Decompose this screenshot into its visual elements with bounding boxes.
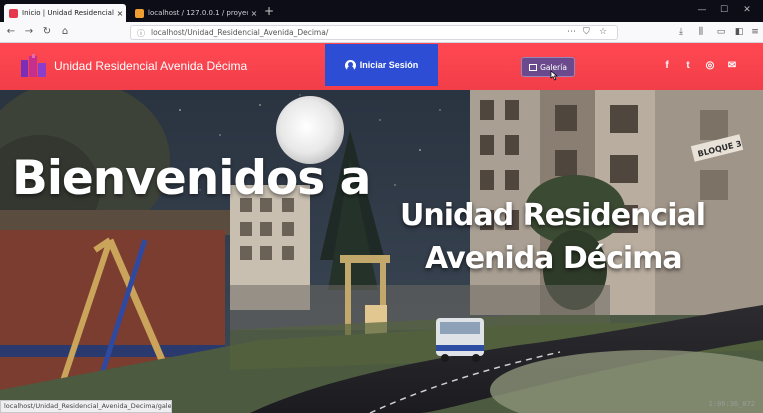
user-icon — [344, 59, 356, 71]
maximize-icon[interactable]: ☐ — [715, 3, 733, 17]
browser-tab[interactable]: localhost / 127.0.0.1 / proyecto × — [130, 4, 260, 22]
page-actions-icon[interactable]: ⋯ — [567, 27, 576, 37]
forward-icon[interactable]: → — [22, 25, 36, 39]
sidebar-icon[interactable]: ▭ — [715, 26, 727, 38]
tab-close-icon[interactable]: × — [248, 9, 260, 18]
email-icon[interactable]: ✉ — [725, 59, 739, 73]
extension-icon[interactable]: ◧ — [733, 26, 745, 38]
minimize-icon[interactable]: — — [693, 3, 711, 17]
login-label: Iniciar Sesión — [359, 60, 419, 70]
hero-title: Bienvenidos a — [12, 151, 371, 206]
favicon-icon — [135, 8, 144, 18]
back-icon[interactable]: ← — [4, 25, 18, 39]
tab-label: localhost / 127.0.0.1 / proyecto — [148, 9, 248, 17]
browser-navbar: ← → ↻ ⌂ ⓘ localhost/Unidad_Residencial_A… — [0, 22, 763, 43]
close-window-icon[interactable]: ✕ — [738, 3, 756, 17]
bookmark-star-icon[interactable]: ☆ — [599, 27, 607, 37]
twitter-icon[interactable]: t — [681, 59, 695, 73]
menu-icon[interactable]: ≡ — [749, 26, 761, 38]
login-button[interactable]: Iniciar Sesión — [325, 44, 438, 86]
tab-close-icon[interactable]: × — [114, 9, 126, 18]
facebook-icon[interactable]: f — [660, 59, 674, 73]
timestamp-overlay: 1:06:36_072 — [708, 400, 755, 408]
image-icon — [529, 63, 538, 71]
pocket-icon[interactable]: ⛉ — [583, 27, 590, 37]
library-icon[interactable]: ⫼ — [695, 26, 707, 38]
site-brand[interactable]: Unidad Residencial Avenida Décima — [54, 59, 247, 73]
home-icon[interactable]: ⌂ — [58, 25, 72, 39]
reload-icon[interactable]: ↻ — [40, 25, 54, 39]
status-bar-url: localhost/Unidad_Residencial_Avenida_Dec… — [0, 400, 172, 413]
site-header: Unidad Residencial Avenida Décima Inicia… — [0, 43, 763, 90]
url-bar[interactable]: ⓘ localhost/Unidad_Residencial_Avenida_D… — [130, 25, 618, 40]
hero-section: BLOQUE 3 Bienvenidos a Unidad Residencia… — [0, 90, 763, 413]
url-text: localhost/Unidad_Residencial_Avenida_Dec… — [151, 28, 329, 37]
browser-tab-active[interactable]: Inicio | Unidad Residencial Av × — [4, 4, 126, 22]
hero-subtitle-line2: Avenida Décima — [425, 241, 683, 276]
mouse-cursor-icon — [550, 70, 558, 81]
logo-icon — [21, 54, 46, 77]
instagram-icon[interactable]: ◎ — [703, 59, 717, 73]
info-icon[interactable]: ⓘ — [137, 28, 145, 39]
hero-subtitle-line1: Unidad Residencial — [400, 198, 706, 233]
new-tab-button[interactable]: + — [262, 4, 276, 18]
tab-label: Inicio | Unidad Residencial Av — [22, 9, 114, 17]
downloads-icon[interactable]: ⤓ — [675, 26, 687, 38]
browser-tab-bar: Inicio | Unidad Residencial Av × localho… — [0, 0, 763, 22]
favicon-icon — [9, 8, 18, 18]
